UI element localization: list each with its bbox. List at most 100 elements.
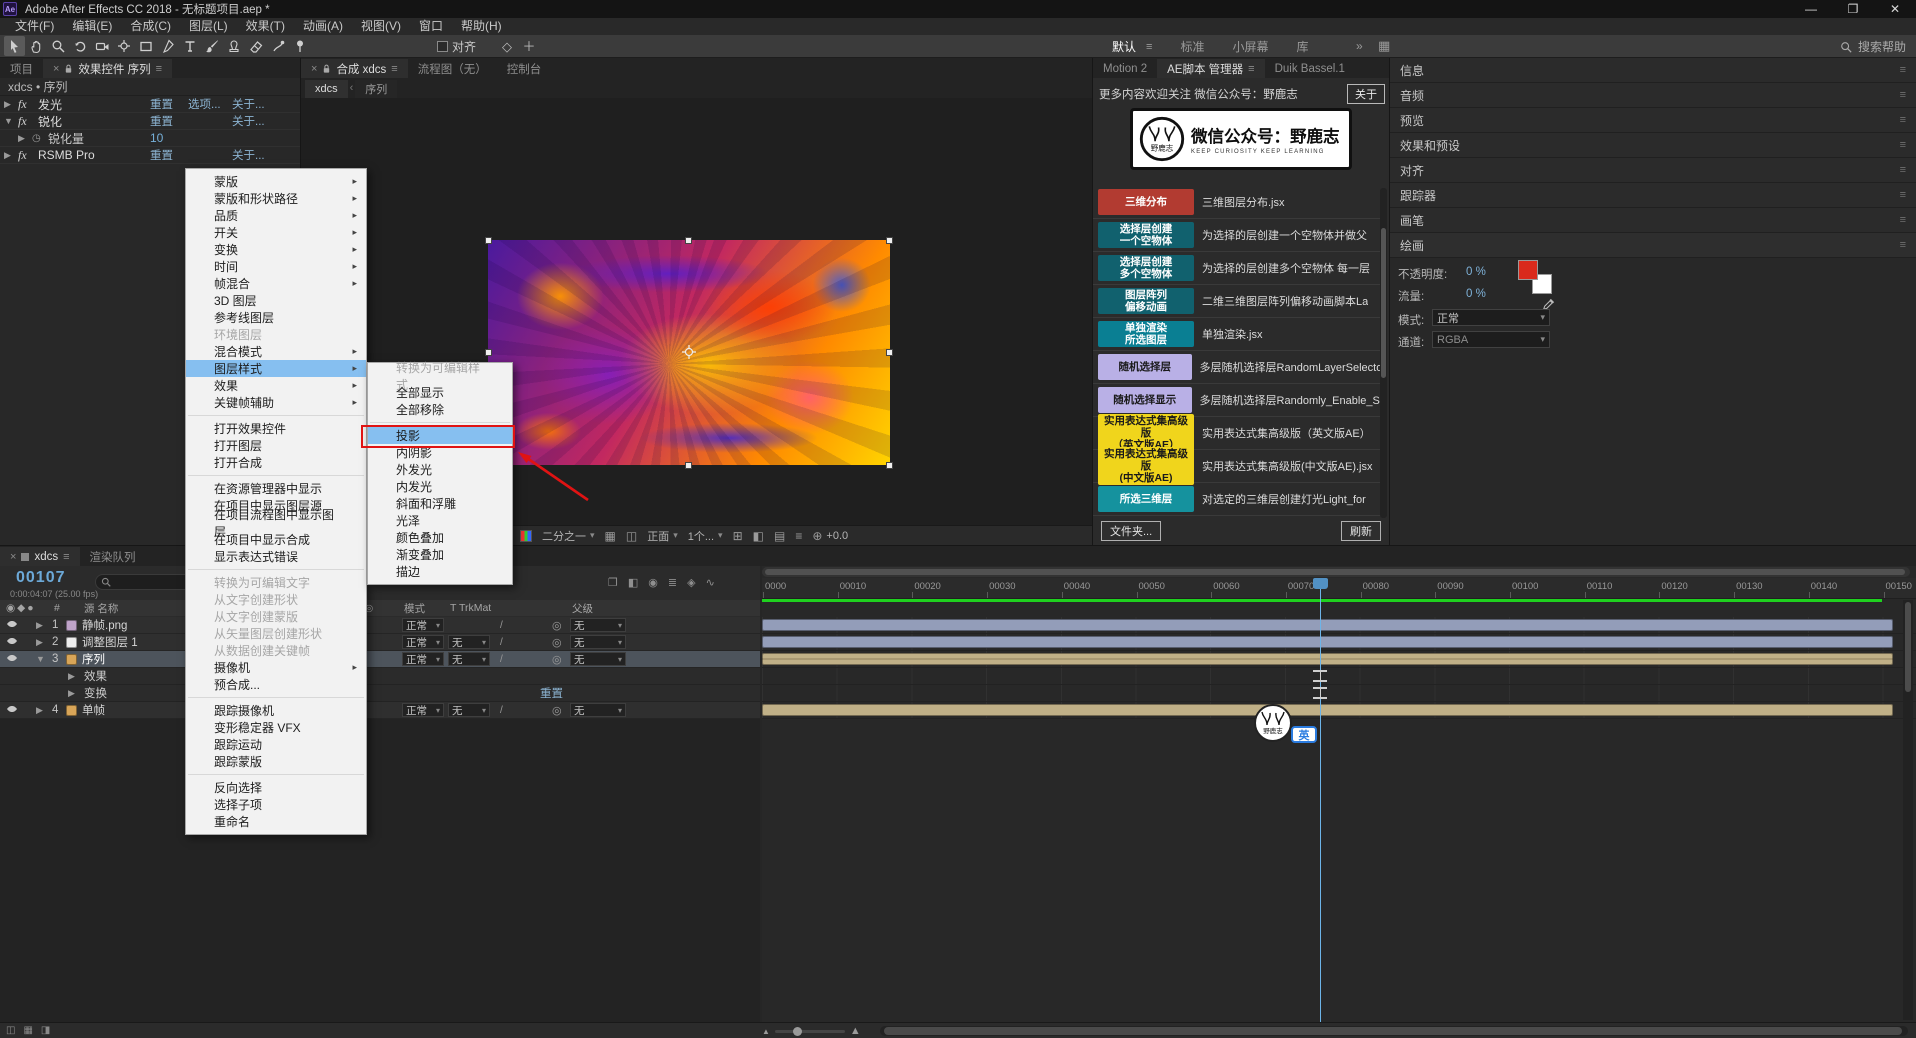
refresh-button[interactable]: 刷新 [1341,521,1381,541]
layer-menu-item-开关[interactable]: 开关▸ [186,224,366,241]
panel-menu-icon[interactable]: ≡ [1900,89,1906,101]
twirl-closed-icon[interactable]: ▶ [4,99,18,110]
script-button-选择层创建[interactable]: 选择层创建 一个空物体 [1098,222,1194,248]
blend-mode-select[interactable]: 正常▾ [402,703,444,717]
panel-menu-icon[interactable]: ≡ [1248,63,1254,75]
motion-blur-icon[interactable]: ◈ [687,576,695,589]
layer-menu-item-在项目中显示合成[interactable]: 在项目中显示合成 [186,531,366,548]
parent-select[interactable]: 无▾ [570,635,626,649]
panel-header-画笔[interactable]: 画笔≡ [1390,208,1916,232]
current-time-display[interactable]: 00107 [16,569,66,587]
rectangle-tool[interactable] [136,36,157,56]
layer-menu-item-打开图层[interactable]: 打开图层 [186,437,366,454]
current-time-indicator-handle[interactable] [1313,578,1328,589]
exposure-control[interactable]: ⊕+0.0 [812,529,848,543]
layer-property-group-效果[interactable]: ▶效果 [0,668,760,685]
parent-pickwhip-icon[interactable]: ◎ [552,653,570,666]
layer-row-序列[interactable]: ▼3序列\ fx正常▾无▾/◎无▾ [0,651,760,668]
timeline-vertical-scrollbar[interactable] [1903,600,1913,1020]
menubar-item-编辑(E)[interactable]: 编辑(E) [63,18,121,35]
workspace-标准[interactable]: 标准 [1180,38,1204,55]
minimize-button[interactable]: — [1790,0,1832,18]
layer-row-静帧.png[interactable]: ▶1静帧.png\正常▾/◎无▾ [0,617,760,634]
layer-menu-item-跟踪运动[interactable]: 跟踪运动 [186,736,366,753]
panel-header-paint[interactable]: 绘画≡ [1390,233,1916,257]
effect-link-重置[interactable]: 重置 [150,96,173,112]
snap-checkbox[interactable]: 对齐 [437,38,476,55]
panel-menu-icon[interactable]: ≡ [156,63,162,75]
eye-cell[interactable] [0,704,22,716]
layer-styles-item-内发光[interactable]: 内发光 [368,478,512,495]
clone-stamp-tool[interactable] [224,36,245,56]
shy-icon[interactable]: ◉ [648,576,658,589]
camera-tool[interactable] [92,36,113,56]
effect-param-锐化量[interactable]: ▶◷锐化量10 [0,130,300,147]
zoom-tool[interactable] [48,36,69,56]
trkmat-select[interactable]: 无▾ [448,652,490,666]
layer-menu-item-跟踪蒙版[interactable]: 跟踪蒙版 [186,753,366,770]
parent-pickwhip-icon[interactable]: ◎ [552,704,570,717]
panel-header-跟踪器[interactable]: 跟踪器≡ [1390,183,1916,207]
menubar-item-窗口[interactable]: 窗口 [410,18,452,35]
layer-menu-item-关键帧辅助[interactable]: 关键帧辅助▸ [186,394,366,411]
menubar-item-视图(V)[interactable]: 视图(V) [352,18,410,35]
trkmat-select[interactable]: 无▾ [448,635,490,649]
tab-timeline-xdcs[interactable]: × xdcs ≡ [0,547,80,566]
tab-Motion 2[interactable]: Motion 2 [1093,59,1157,78]
zoom-slider[interactable] [775,1030,845,1033]
eye-cell[interactable] [0,636,22,648]
param-value[interactable]: 10 [150,131,163,145]
layer-menu-item-品质[interactable]: 品质▸ [186,207,366,224]
layer-menu-item-选择子项[interactable]: 选择子项 [186,796,366,813]
twirl-open-icon[interactable]: ▼ [4,116,18,126]
layer-switches-2[interactable]: / [494,637,552,648]
script-button-实用表达式集高级版[interactable]: 实用表达式集高级版 (中文版AE) [1098,447,1194,485]
layer-styles-item-全部显示[interactable]: 全部显示 [368,384,512,401]
close-icon[interactable]: × [311,63,317,75]
layer-menu-item-效果[interactable]: 效果▸ [186,377,366,394]
layer-menu-item-重命名[interactable]: 重命名 [186,813,366,830]
effect-link-关于...[interactable]: 关于... [232,147,265,163]
layer-menu-item-帧混合[interactable]: 帧混合▸ [186,275,366,292]
twirl-closed-icon[interactable]: ▶ [36,705,52,716]
menubar-item-帮助(H)[interactable]: 帮助(H) [452,18,511,35]
panel-menu-icon[interactable]: ≡ [1900,239,1906,251]
expand-layers-icon[interactable]: ◫ [6,1025,15,1036]
eye-cell[interactable] [0,619,22,631]
blend-mode-select[interactable]: 正常▾ [402,635,444,649]
resolution-select[interactable]: 二分之一▾ [542,528,595,544]
layer-menu-item-在项目流程图中显示图层[interactable]: 在项目流程图中显示图层 [186,514,366,531]
layer-switches-2[interactable]: / [494,654,552,665]
tab-composition[interactable]: × 合成 xdcs ≡ [301,59,408,78]
type-tool[interactable] [180,36,201,56]
transparency-grid-icon[interactable]: ◫ [626,529,637,543]
selection-handle[interactable] [685,462,692,469]
eye-icon[interactable] [6,637,18,645]
tab-Duik Bassel.1[interactable]: Duik Bassel.1 [1265,59,1355,78]
layer-menu-item-变形稳定器 VFX[interactable]: 变形稳定器 VFX [186,719,366,736]
layer-lane-静帧.png[interactable] [762,617,1916,634]
layer-label-chip[interactable] [66,705,82,716]
parent-select[interactable]: 无▾ [570,652,626,666]
view-layout-select[interactable]: 1个...▾ [688,528,723,544]
tab-project[interactable]: 项目 [0,59,43,78]
workspace-默认[interactable]: 默认 [1112,38,1136,55]
roto-brush-tool[interactable] [268,36,289,56]
panel-menu-icon[interactable]: ≡ [1900,214,1906,226]
effect-row-发光[interactable]: ▶fx发光重置选项...关于... [0,96,300,113]
menubar-item-效果(T)[interactable]: 效果(T) [237,18,294,35]
view-select[interactable]: 正面▾ [647,528,678,544]
effect-link-关于...[interactable]: 关于... [232,96,265,112]
blend-mode-select[interactable]: 正常▾ [402,652,444,666]
layer-lane-单帧[interactable] [762,702,1916,719]
stopwatch-icon[interactable]: ◷ [32,133,44,144]
layer-menu-item-跟踪摄像机[interactable]: 跟踪摄像机 [186,702,366,719]
blend-mode-select[interactable]: 正常▾ [402,618,444,632]
breadcrumb-comp-xdcs[interactable]: xdcs [305,80,348,98]
opacity-value[interactable]: 0 % [1466,266,1486,278]
layer-styles-item-描边[interactable]: 描边 [368,563,512,580]
tab-console[interactable]: 控制台 [497,59,552,78]
foreground-color-swatch[interactable] [1518,260,1538,280]
parent-pickwhip-icon[interactable]: ◎ [552,619,570,632]
menubar-item-图层(L)[interactable]: 图层(L) [180,18,237,35]
